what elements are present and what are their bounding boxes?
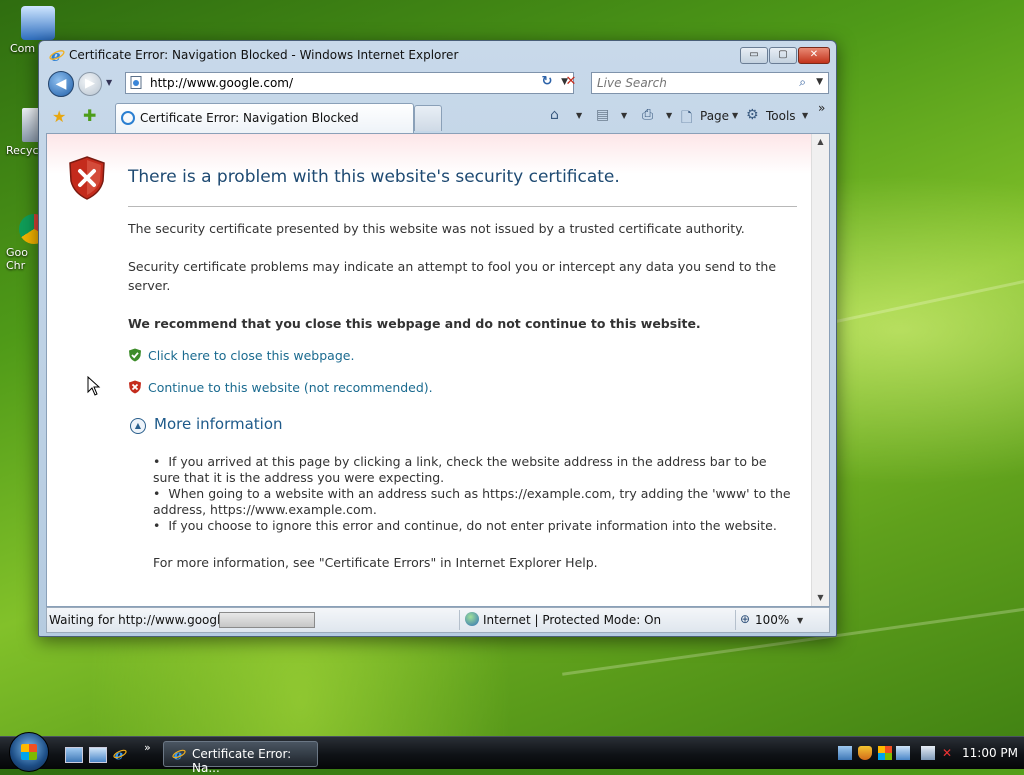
ie-window: e Certificate Error: Navigation Blocked …	[38, 40, 837, 637]
refresh-button[interactable]: ↻	[537, 72, 557, 92]
home-icon[interactable]: ⌂	[550, 107, 559, 123]
title-divider	[128, 206, 797, 207]
zoom-level[interactable]: 100%	[755, 613, 789, 627]
switch-windows-icon[interactable]	[89, 747, 107, 763]
page-menu[interactable]: Page	[700, 109, 729, 123]
title-bar[interactable]: e Certificate Error: Navigation Blocked …	[39, 41, 836, 69]
favorites-star-icon[interactable]: ★	[52, 107, 66, 126]
tools-menu[interactable]: Tools	[766, 109, 796, 123]
certificate-description: The security certificate presented by th…	[128, 221, 745, 236]
shield-error-icon	[69, 156, 105, 200]
forward-button[interactable]: ▶	[78, 72, 102, 96]
back-button[interactable]: ◀	[48, 71, 74, 97]
more-information-label: More information	[154, 415, 283, 433]
search-box[interactable]: ⌕ ▼	[591, 72, 829, 94]
navigation-bar: ◀ ▶ ▼ http://www.google.com/ ▼ ↻ ✕ ⌕ ▼	[39, 69, 836, 99]
globe-icon	[465, 612, 479, 626]
tray-windows-flag-icon[interactable]	[878, 746, 892, 760]
security-zone[interactable]: Internet | Protected Mode: On	[483, 613, 661, 627]
maximize-button[interactable]: ▢	[769, 47, 797, 64]
vertical-scrollbar[interactable]: ▲ ▼	[811, 134, 829, 606]
start-button[interactable]	[9, 732, 49, 772]
tray-security-shield-icon[interactable]	[858, 746, 872, 760]
page-menu-icon[interactable]: 🗋	[681, 107, 692, 131]
windows-logo-icon	[21, 744, 37, 760]
scroll-up-icon[interactable]: ▲	[812, 134, 829, 150]
feeds-dropdown-icon[interactable]: ▼	[621, 111, 627, 120]
tab-label: Certificate Error: Navigation Blocked	[140, 111, 359, 125]
status-separator	[459, 610, 460, 630]
tools-dropdown-icon[interactable]: ▼	[802, 111, 808, 120]
taskbar-clock[interactable]: 11:00 PM	[962, 746, 1018, 760]
tab-certificate-error[interactable]: Certificate Error: Navigation Blocked	[115, 103, 414, 133]
page-content: There is a problem with this website's s…	[46, 133, 830, 607]
show-desktop-icon[interactable]	[65, 747, 83, 763]
page-title: There is a problem with this website's s…	[128, 167, 620, 187]
quick-launch-overflow[interactable]: »	[144, 741, 151, 754]
close-webpage-link[interactable]: Click here to close this webpage.	[148, 348, 354, 363]
new-tab-button[interactable]	[414, 105, 442, 131]
list-item: • If you arrived at this page by clickin…	[153, 454, 767, 485]
tab-bar: ★ ✚ Certificate Error: Navigation Blocke…	[39, 101, 836, 133]
gear-icon[interactable]: ⚙	[746, 107, 759, 123]
ie-icon: e	[49, 47, 65, 63]
window-title: Certificate Error: Navigation Blocked - …	[69, 48, 459, 62]
tray-connection-icon[interactable]	[921, 746, 935, 760]
address-text[interactable]: http://www.google.com/	[150, 76, 293, 90]
leaf-rib	[822, 277, 1024, 326]
add-favorite-icon[interactable]: ✚	[83, 106, 96, 125]
toolbar-overflow-button[interactable]: »	[818, 101, 825, 115]
shield-check-icon	[129, 348, 141, 362]
close-button[interactable]: ✕	[798, 47, 830, 64]
mouse-cursor	[87, 376, 101, 396]
page-icon	[130, 76, 142, 89]
print-dropdown-icon[interactable]: ▼	[666, 111, 672, 120]
status-separator	[735, 610, 736, 630]
zoom-dropdown-icon[interactable]: ▼	[797, 616, 803, 625]
scroll-down-icon[interactable]: ▼	[812, 590, 829, 606]
tray-network-icon[interactable]	[838, 746, 852, 760]
status-bar: Waiting for http://www.google. Internet …	[46, 607, 830, 633]
more-information-list: • If you arrived at this page by clickin…	[153, 454, 793, 534]
help-reference: For more information, see "Certificate E…	[153, 555, 598, 570]
page-dropdown-icon[interactable]: ▼	[732, 111, 738, 120]
search-icon[interactable]: ⌕	[799, 75, 806, 90]
more-information-toggle[interactable]: ▲ More information	[130, 415, 283, 434]
recommendation-text: We recommend that you close this webpage…	[128, 316, 701, 331]
ie-icon: e	[172, 748, 186, 761]
continue-website-row: Continue to this website (not recommende…	[128, 380, 433, 395]
continue-website-link[interactable]: Continue to this website (not recommende…	[148, 380, 433, 395]
recent-pages-dropdown-icon[interactable]: ▼	[106, 78, 112, 87]
ie-quick-launch-icon[interactable]: e	[112, 747, 128, 761]
content-background	[47, 134, 812, 606]
collapse-icon: ▲	[130, 418, 146, 434]
taskbar: e » e Certificate Error: Na... ✕ 11:00 P…	[0, 732, 1024, 775]
search-dropdown-icon[interactable]: ▼	[816, 77, 823, 87]
status-text: Waiting for http://www.google.	[49, 613, 232, 627]
list-item: • When going to a website with an addres…	[153, 486, 791, 517]
stop-button[interactable]: ✕	[561, 72, 581, 92]
tray-volume-muted-icon[interactable]: ✕	[940, 746, 954, 760]
feeds-icon[interactable]: ▤	[596, 107, 609, 123]
list-item: • If you choose to ignore this error and…	[153, 518, 777, 533]
tray-display-icon[interactable]	[896, 746, 910, 760]
taskbar-button-ie[interactable]: e Certificate Error: Na...	[163, 741, 318, 775]
home-dropdown-icon[interactable]: ▼	[576, 111, 582, 120]
computer-icon	[21, 6, 55, 40]
address-bar[interactable]: http://www.google.com/ ▼	[125, 72, 574, 94]
zoom-icon[interactable]: ⊕	[740, 612, 750, 626]
loading-icon	[121, 111, 135, 125]
progress-bar	[219, 612, 315, 628]
minimize-button[interactable]: ▭	[740, 47, 768, 64]
certificate-warning: Security certificate problems may indica…	[128, 259, 777, 293]
taskbar-button-label: Certificate Error: Na...	[192, 747, 292, 775]
search-input[interactable]	[592, 73, 789, 93]
print-icon[interactable]: ⎙	[642, 107, 653, 123]
shield-x-icon	[129, 380, 141, 394]
close-webpage-row: Click here to close this webpage.	[128, 348, 354, 363]
